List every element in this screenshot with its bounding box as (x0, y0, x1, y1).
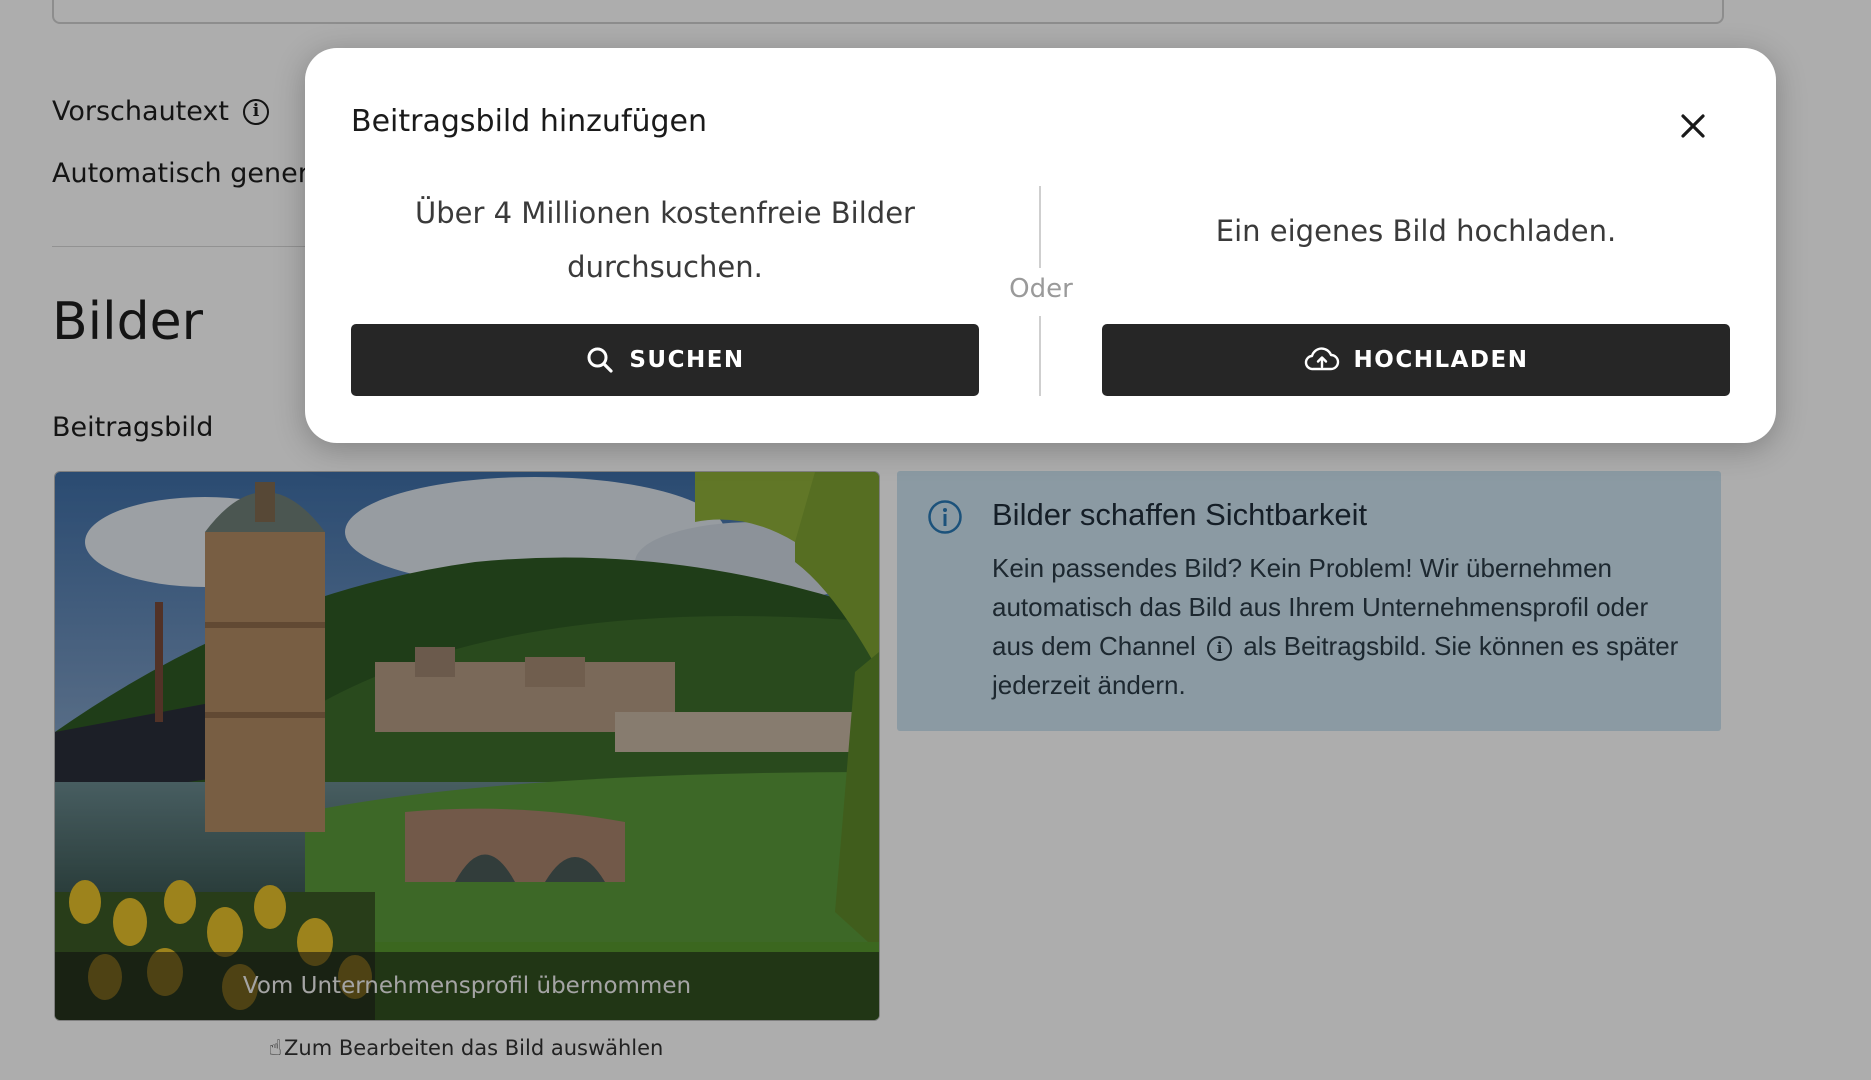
search-icon (587, 347, 613, 373)
page: Vorschautext i Automatisch generi Bilder… (0, 0, 1871, 1080)
close-icon[interactable] (1675, 108, 1711, 144)
add-featured-image-dialog: Beitragsbild hinzufügen Über 4 Millionen… (305, 48, 1776, 443)
dialog-title: Beitragsbild hinzufügen (351, 104, 708, 139)
upload-description: Ein eigenes Bild hochladen. (1215, 214, 1617, 248)
upload-button-label: HOCHLADEN (1353, 347, 1529, 373)
search-button-label: SUCHEN (629, 347, 745, 373)
divider-line-bottom (1039, 316, 1041, 396)
cloud-upload-icon (1304, 347, 1339, 371)
upload-button[interactable]: HOCHLADEN (1102, 324, 1730, 396)
search-button[interactable]: SUCHEN (351, 324, 979, 396)
divider-line-top (1039, 186, 1041, 268)
search-description: Über 4 Millionen kostenfreie Bilder durc… (415, 196, 915, 284)
or-separator: Oder (1009, 274, 1073, 304)
